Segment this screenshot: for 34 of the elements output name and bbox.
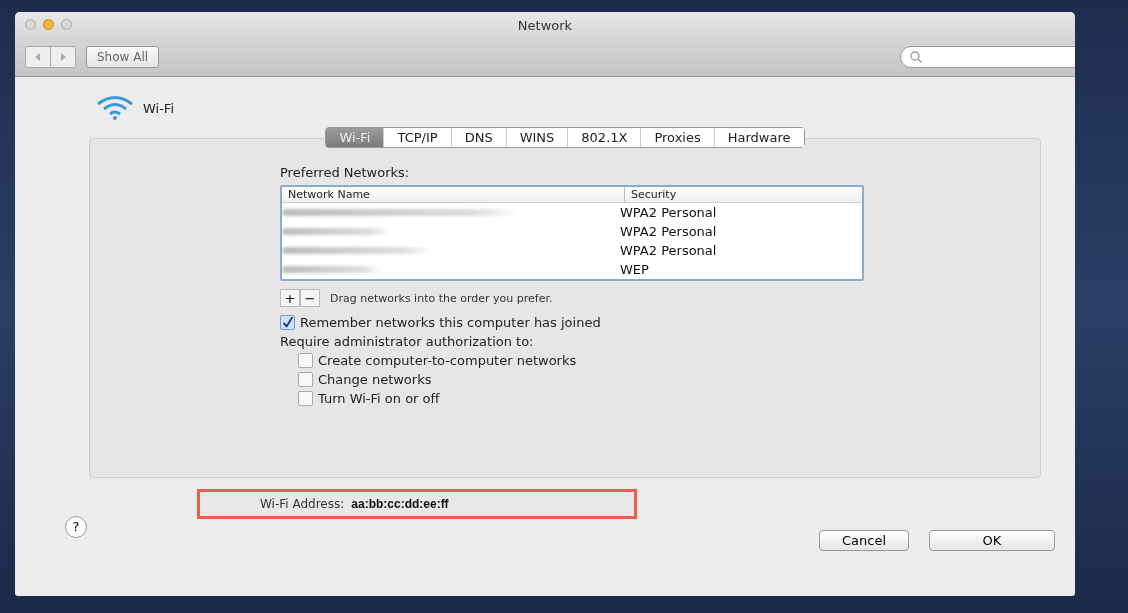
show-all-button[interactable]: Show All	[86, 46, 160, 68]
search-field[interactable]	[900, 46, 1075, 68]
checkbox-label: Change networks	[318, 372, 432, 387]
window-title: Network	[517, 17, 573, 33]
remove-button[interactable]: −	[300, 289, 320, 307]
add-button[interactable]: +	[280, 289, 300, 307]
minimize-button[interactable]	[43, 19, 54, 30]
table-cell-text: WPA2 Personal	[619, 205, 718, 220]
column-header[interactable]: Security	[624, 187, 862, 202]
column-header[interactable]: Network Name	[282, 187, 624, 202]
close-button[interactable]	[25, 19, 36, 30]
wifi-icon	[95, 95, 135, 121]
zoom-button[interactable]	[61, 19, 72, 30]
address-value: aa:bb:cc:dd:ee:ff	[351, 497, 449, 511]
checkbox[interactable]	[298, 353, 313, 368]
table-cell-text: WEP	[619, 262, 650, 277]
section-label: Require administrator authorization to:	[280, 334, 535, 349]
tab[interactable]: Hardware	[713, 128, 804, 147]
ok-button[interactable]: OK	[929, 530, 1055, 551]
table-cell-text: WPA2 Personal	[619, 224, 718, 239]
checkbox-label: Remember networks this computer has joined	[300, 315, 601, 330]
checkbox-label: Create computer-to-computer networks	[318, 353, 577, 368]
cancel-button[interactable]: Cancel	[819, 530, 909, 551]
help-button[interactable]: ?	[65, 515, 87, 538]
checkbox[interactable]	[280, 315, 295, 330]
address-label: Wi-Fi Address:	[260, 497, 345, 511]
hint-text: Drag networks into the order you prefer.	[330, 291, 553, 305]
service-name: Wi-Fi	[143, 100, 174, 116]
checkbox[interactable]	[298, 391, 313, 406]
checkbox[interactable]	[298, 372, 313, 387]
section-label: Preferred Networks:	[280, 165, 411, 180]
table-cell-text: WPA2 Personal	[619, 243, 718, 258]
search-icon	[909, 50, 923, 64]
checkbox-label: Turn Wi-Fi on or off	[318, 391, 440, 406]
